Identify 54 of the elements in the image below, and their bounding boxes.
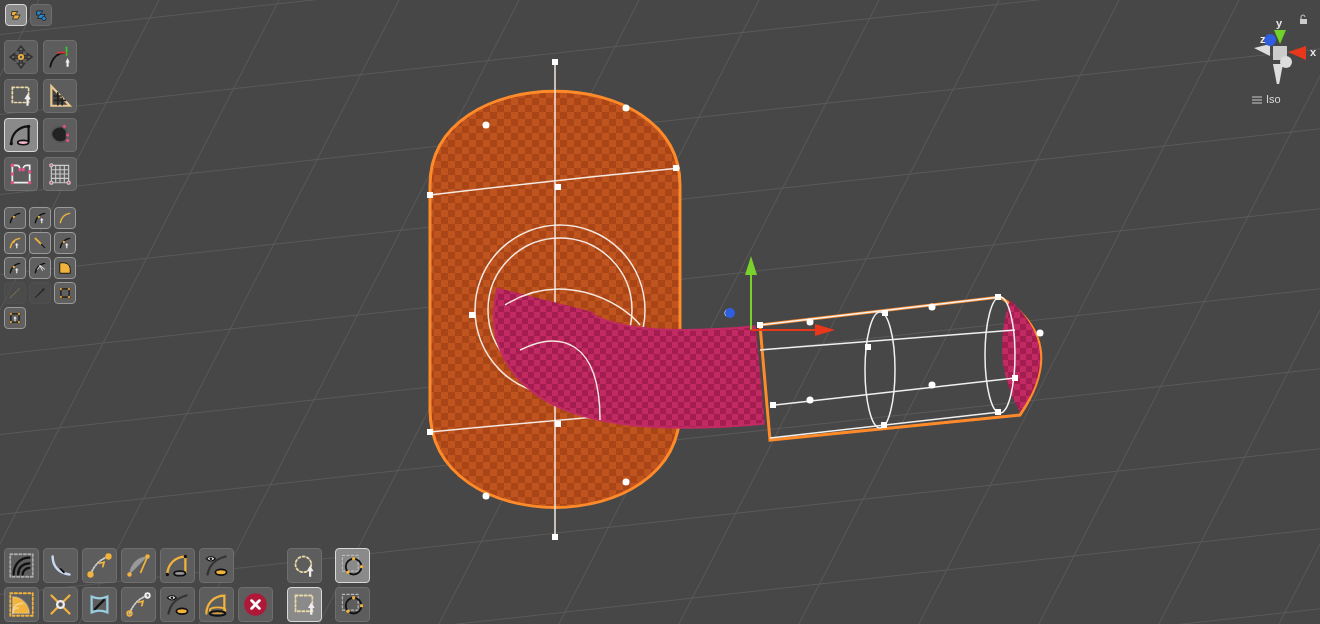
curve-thick-up-icon: [8, 236, 22, 250]
dotted-line-icon: [8, 286, 22, 300]
spline-shape-icon: [9, 8, 23, 22]
view-mode-label[interactable]: Iso: [1266, 94, 1281, 105]
delete-icon: [242, 591, 269, 618]
tool-button[interactable]: [4, 157, 38, 191]
eye-curve-icon: [203, 552, 230, 579]
curve-point-icon: [8, 211, 22, 225]
tool-button[interactable]: [54, 232, 76, 254]
line-icon: [33, 286, 47, 300]
axis-label: y: [1276, 18, 1283, 29]
curve-dots-icon: [86, 552, 113, 579]
quarter-fill-icon: [8, 591, 35, 618]
curve-handle-up-icon: [58, 236, 72, 250]
tool-button[interactable]: [199, 587, 234, 622]
axis-label: z: [1260, 34, 1266, 45]
move-gizmo-icon: [725, 256, 835, 336]
lock-icon[interactable]: [1299, 14, 1309, 24]
move-icon: [8, 44, 34, 70]
curve-thick-icon: [58, 211, 72, 225]
tool-button[interactable]: [43, 79, 77, 113]
scatter-arrows-icon: [47, 591, 74, 618]
tool-button[interactable]: [29, 257, 51, 279]
tool-button[interactable]: [54, 257, 76, 279]
spline-add-icon: [34, 8, 48, 22]
square-points-icon: [58, 286, 72, 300]
tool-button[interactable]: [238, 587, 273, 622]
curve-fan-icon: [33, 261, 47, 275]
tool-button[interactable]: [4, 207, 26, 229]
curve-dots-down-icon: [125, 591, 152, 618]
ruler-triangle-icon: [47, 83, 73, 109]
tool-button[interactable]: [4, 307, 26, 329]
tool-button[interactable]: [4, 257, 26, 279]
tool-button[interactable]: [43, 40, 77, 74]
sector-icon: [125, 552, 152, 579]
tool-button[interactable]: [43, 548, 78, 583]
tool-button[interactable]: [335, 587, 370, 622]
menu-icon[interactable]: [1252, 95, 1262, 104]
segment-tilt-icon: [33, 236, 47, 250]
eye-arc-icon: [164, 591, 191, 618]
square-points-up-icon: [8, 311, 22, 325]
grid-icon: [47, 161, 73, 187]
tool-button[interactable]: [160, 548, 195, 583]
shape-points-icon: [8, 161, 34, 187]
tool-button[interactable]: [199, 548, 234, 583]
fill-corner-icon: [58, 261, 72, 275]
curve-up-icon: [8, 261, 22, 275]
tool-button[interactable]: [4, 548, 39, 583]
arcs-select-icon: [8, 552, 35, 579]
curve-point-up-icon: [33, 211, 47, 225]
tool-button[interactable]: [82, 587, 117, 622]
axis-label: x: [1310, 47, 1317, 58]
tool-button[interactable]: [29, 207, 51, 229]
tool-button[interactable]: [160, 587, 195, 622]
